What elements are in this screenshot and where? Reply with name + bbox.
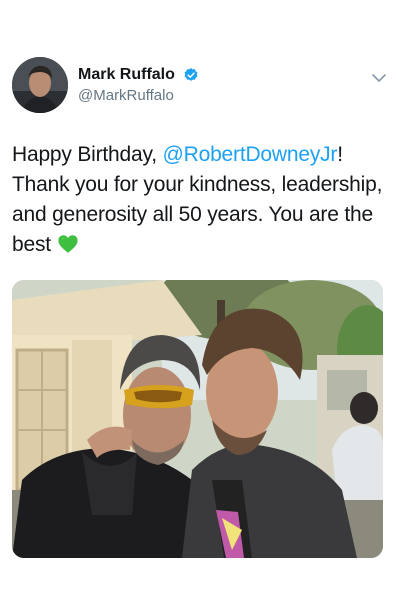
tweet-header: Mark Ruffalo @MarkRuffalo — [12, 57, 388, 115]
author-names: Mark Ruffalo @MarkRuffalo — [78, 65, 199, 106]
mention-link[interactable]: @RobertDowneyJr — [163, 143, 338, 166]
tweet-card: Mark Ruffalo @MarkRuffalo Happy Birthday… — [0, 0, 400, 600]
tweet-text: Happy Birthday, @RobertDowneyJr! Thank y… — [12, 140, 384, 260]
author-display-name[interactable]: Mark Ruffalo — [78, 65, 175, 85]
author-avatar[interactable] — [12, 57, 68, 113]
tweet-text-part: Happy Birthday, — [12, 143, 163, 166]
verified-badge-icon — [183, 67, 199, 83]
author-handle[interactable]: @MarkRuffalo — [78, 86, 199, 106]
green-heart-emoji — [57, 233, 79, 255]
tweet-photo[interactable] — [12, 280, 383, 558]
chevron-down-icon[interactable] — [370, 69, 388, 87]
